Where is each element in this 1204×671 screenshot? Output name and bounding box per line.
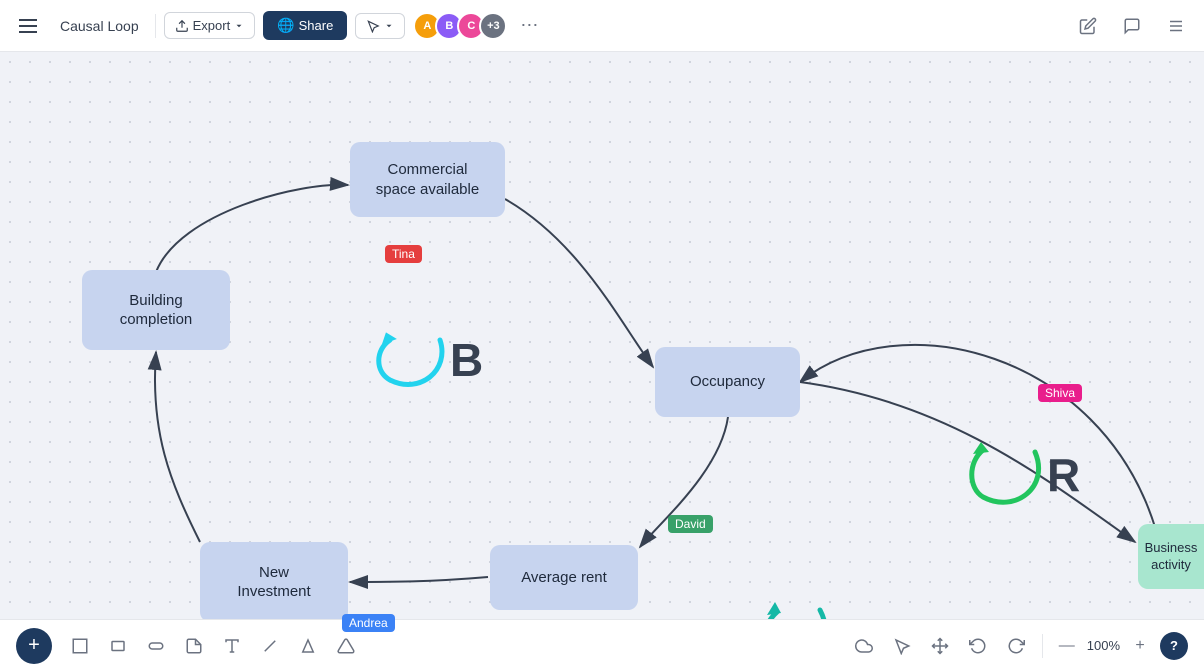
- menu-button[interactable]: [12, 10, 44, 42]
- loop-r-green: R: [965, 432, 1080, 517]
- edit-icon[interactable]: [1072, 10, 1104, 42]
- avatar-overflow[interactable]: +3: [479, 12, 507, 40]
- bottom-toolbar: +: [0, 619, 1204, 671]
- loop-r-green-arrow: [965, 432, 1055, 517]
- top-toolbar: Causal Loop Export 🌐 Share A B C +3 ⋯: [0, 0, 1204, 52]
- settings-icon[interactable]: [1160, 10, 1192, 42]
- cursor-mode-button[interactable]: [355, 13, 405, 39]
- chevron-down-icon: [234, 21, 244, 31]
- diagram-canvas[interactable]: Commercialspace available Buildingcomple…: [0, 52, 1204, 671]
- loop-b-cyan-arrow: [370, 320, 460, 400]
- node-average-rent[interactable]: Average rent: [490, 545, 638, 610]
- badge-david: David: [668, 515, 713, 533]
- node-occupancy[interactable]: Occupancy: [655, 347, 800, 417]
- help-button[interactable]: ?: [1160, 632, 1188, 660]
- diagram-tab[interactable]: Causal Loop: [52, 14, 147, 38]
- share-button[interactable]: 🌐 Share: [263, 11, 347, 40]
- badge-andrea: Andrea: [342, 614, 395, 632]
- badge-tina: Tina: [385, 245, 422, 263]
- sticky-tool[interactable]: [178, 630, 210, 662]
- triangle-tool[interactable]: [292, 630, 324, 662]
- rectangle-tool[interactable]: [102, 630, 134, 662]
- toolbar-right-actions: [1072, 10, 1192, 42]
- warning-tool[interactable]: [330, 630, 362, 662]
- globe-icon: 🌐: [277, 17, 294, 34]
- cloud-icon[interactable]: [848, 630, 880, 662]
- divider-1: [155, 14, 156, 38]
- redo-button[interactable]: [1000, 630, 1032, 662]
- zoom-out-button[interactable]: —: [1053, 632, 1081, 660]
- badge-shiva: Shiva: [1038, 384, 1082, 402]
- line-tool[interactable]: [254, 630, 286, 662]
- zoom-divider: [1042, 634, 1043, 658]
- chevron-cursor-icon: [384, 21, 394, 31]
- undo-button[interactable]: [962, 630, 994, 662]
- comment-icon[interactable]: [1116, 10, 1148, 42]
- pill-tool[interactable]: [140, 630, 172, 662]
- node-business-activity[interactable]: Businessactivity: [1138, 524, 1204, 589]
- loop-b-cyan-letter: B: [450, 333, 483, 387]
- node-commercial-space[interactable]: Commercialspace available: [350, 142, 505, 217]
- move-icon[interactable]: [924, 630, 956, 662]
- zoom-in-button[interactable]: +: [1126, 632, 1154, 660]
- text-tool[interactable]: [216, 630, 248, 662]
- select-cursor-icon[interactable]: [886, 630, 918, 662]
- bottom-right-controls: — 100% + ?: [848, 630, 1188, 662]
- export-button[interactable]: Export: [164, 12, 256, 39]
- zoom-level: 100%: [1087, 638, 1120, 653]
- frame-tool[interactable]: [64, 630, 96, 662]
- node-new-investment[interactable]: NewInvestment: [200, 542, 348, 622]
- loop-b-cyan: B: [370, 320, 483, 400]
- more-options-button[interactable]: ⋯: [515, 12, 543, 40]
- add-button[interactable]: +: [16, 628, 52, 664]
- export-icon: [175, 19, 189, 33]
- loop-r-green-letter: R: [1047, 448, 1080, 502]
- node-building-completion[interactable]: Buildingcompletion: [82, 270, 230, 350]
- cursor-icon: [366, 19, 380, 33]
- collaborators-avatars: A B C +3: [413, 12, 507, 40]
